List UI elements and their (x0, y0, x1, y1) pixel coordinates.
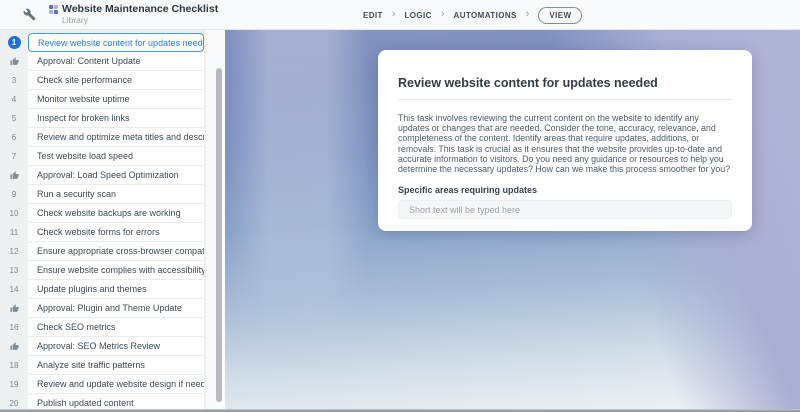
wrench-icon[interactable] (22, 8, 36, 22)
step-number: 7 (11, 152, 17, 161)
step-number: 3 (11, 76, 17, 85)
list-item-label: Ensure website complies with accessibili… (28, 261, 204, 280)
step-number-badge: 1 (0, 33, 28, 52)
tab-view[interactable]: VIEW (538, 6, 583, 24)
list-item-label: Analyze site traffic patterns (28, 356, 204, 375)
list-item-label: Update plugins and themes (28, 280, 204, 299)
step-number: 5 (11, 114, 17, 123)
background-band (229, 30, 369, 412)
top-header: Website Maintenance Checklist Library ED… (0, 0, 800, 30)
list-item[interactable]: Approval: Load Speed Optimization (0, 166, 204, 185)
list-item[interactable]: 6 Review and optimize meta titles and des… (0, 128, 204, 147)
list-item-label: Inspect for broken links (28, 109, 204, 128)
list-item-label: Check website forms for errors (28, 223, 204, 242)
field-label: Specific areas requiring updates (398, 185, 538, 196)
breadcrumb: EDIT › LOGIC › AUTOMATIONS › VIEW (363, 0, 583, 30)
list-item[interactable]: Approval: Plugin and Theme Update (0, 299, 204, 318)
list-item-label: Approval: Content Update (28, 52, 204, 71)
page-title: Website Maintenance Checklist (62, 3, 219, 16)
step-number: 14 (9, 285, 19, 294)
list-item[interactable]: 4 Monitor website uptime (0, 90, 204, 109)
list-item[interactable]: 19 Review and update website design if ne… (0, 375, 204, 394)
divider (398, 99, 732, 100)
list-item[interactable]: 1 Review website content for updates need… (0, 33, 204, 52)
list-item-label: Check SEO metrics (28, 318, 204, 337)
list-item-label: Test website load speed (28, 147, 204, 166)
task-card-title: Review website content for updates neede… (398, 76, 658, 90)
task-card: Review website content for updates neede… (378, 50, 752, 231)
short-text-input[interactable] (398, 200, 732, 220)
list-item-label: Approval: Plugin and Theme Update (28, 299, 204, 318)
sidebar-scrollbar-track[interactable] (205, 30, 225, 412)
list-item-label: Approval: Load Speed Optimization (28, 166, 204, 185)
list-item[interactable]: 13 Ensure website complies with accessibi… (0, 261, 204, 280)
list-item-label: Check site performance (28, 71, 204, 90)
step-number: 9 (11, 190, 17, 199)
list-item[interactable]: 3 Check site performance (0, 71, 204, 90)
chevron-right-icon: › (440, 7, 445, 20)
sidebar-scrollbar-thumb[interactable] (216, 68, 222, 402)
step-number: 11 (9, 228, 19, 237)
thumbs-up-icon (0, 299, 28, 318)
list-item[interactable]: 9 Run a security scan (0, 185, 204, 204)
list-item-label: Monitor website uptime (28, 90, 204, 109)
list-item[interactable]: 16 Check SEO metrics (0, 318, 204, 337)
list-item[interactable]: 14 Update plugins and themes (0, 280, 204, 299)
list-item[interactable]: Approval: Content Update (0, 52, 204, 71)
thumbs-up-icon (0, 52, 28, 71)
list-item[interactable]: 5 Inspect for broken links (0, 109, 204, 128)
list-item[interactable]: 12 Ensure appropriate cross-browser compa… (0, 242, 204, 261)
tab-automations[interactable]: AUTOMATIONS (454, 11, 517, 20)
list-item[interactable]: 11 Check website forms for errors (0, 223, 204, 242)
tab-logic[interactable]: LOGIC (405, 11, 432, 20)
list-item[interactable]: 10 Check website backups are working (0, 204, 204, 223)
step-number: 18 (9, 361, 19, 370)
step-number: 10 (9, 209, 19, 218)
template-icon (49, 4, 58, 14)
list-item-label: Review website content for updates neede… (28, 33, 204, 52)
main-preview-area: Review website content for updates neede… (225, 30, 800, 412)
step-number: 19 (9, 380, 19, 389)
list-item-label: Approval: SEO Metrics Review (28, 337, 204, 356)
template-title-block: Website Maintenance Checklist Library (49, 3, 218, 26)
list-item-label: Review and optimize meta titles and desc… (28, 128, 204, 147)
thumbs-up-icon (0, 166, 28, 185)
task-description: This task involves reviewing the current… (398, 113, 731, 175)
list-item[interactable]: 18 Analyze site traffic patterns (0, 356, 204, 375)
list-item-label: Check website backups are working (28, 204, 204, 223)
step-number: 6 (11, 133, 17, 142)
list-item-label: Review and update website design if need… (28, 375, 204, 394)
step-number: 13 (9, 266, 19, 275)
task-list: 1 Review website content for updates need… (0, 33, 204, 412)
tab-edit[interactable]: EDIT (363, 11, 383, 20)
list-item-label: Run a security scan (28, 185, 204, 204)
step-number: 12 (9, 247, 19, 256)
list-item-label: Ensure appropriate cross-browser compati… (28, 242, 204, 261)
task-sidebar: 1 Review website content for updates need… (0, 30, 225, 412)
breadcrumb-library[interactable]: Library (62, 15, 218, 26)
step-number: 16 (9, 323, 19, 332)
list-item[interactable]: Approval: SEO Metrics Review (0, 337, 204, 356)
chevron-right-icon: › (525, 7, 530, 20)
thumbs-up-icon (0, 337, 28, 356)
list-item[interactable]: 7 Test website load speed (0, 147, 204, 166)
chevron-right-icon: › (391, 7, 396, 20)
step-number: 4 (11, 95, 17, 104)
